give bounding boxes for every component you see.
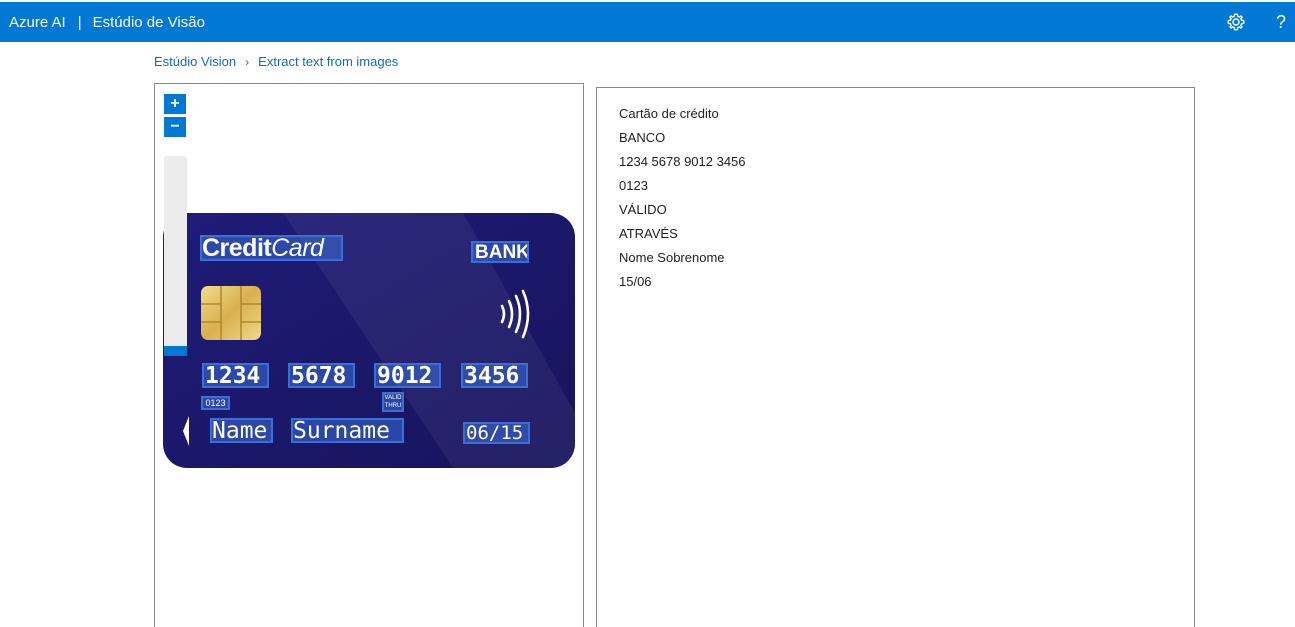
help-button[interactable]: ? [1276,11,1286,33]
brand-label[interactable]: Azure AI [9,14,66,31]
credit-card-image: CreditCard BANK 1234 5678 9012 3456 0123… [163,213,575,468]
ocr-box-number-3[interactable]: 9012 [374,363,441,388]
ocr-box-name[interactable]: Name [210,418,273,443]
ocr-box-number-1[interactable]: 1234 [202,363,269,388]
extracted-text-panel: Cartão de crédito BANCO 1234 5678 9012 3… [596,87,1195,627]
app-title: Azure AI | Estúdio de Visão [9,13,205,33]
title-separator: | [77,14,82,31]
chevron-right-icon: › [245,55,250,69]
ocr-box-valid-thru[interactable]: VALID THRU [382,392,404,412]
ocr-box-surname[interactable]: Surname [291,418,404,443]
image-viewer-panel: + − CreditCard BANK 1234 5678 9012 3456 … [154,83,584,627]
result-line: Nome Sobrenome [619,250,725,265]
result-line: 1234 5678 9012 3456 [619,154,746,169]
chip-icon [201,286,261,340]
valid-line-2: THRU [384,403,402,409]
zoom-slider-fill [164,346,187,356]
zoom-out-button[interactable]: − [164,117,186,137]
result-line: ATRAVÉS [619,226,678,241]
ocr-box-small-code[interactable]: 0123 [201,396,230,410]
card-credit-text: Credit [202,235,272,261]
zoom-slider[interactable] [164,156,187,356]
ocr-box-number-2[interactable]: 5678 [288,363,355,388]
ocr-box-date[interactable]: 06/15 [463,422,530,444]
valid-line-1: VALID [384,395,402,401]
result-line: 15/06 [619,274,652,289]
ocr-box-bank[interactable]: BANK [471,241,529,263]
breadcrumb-extract-text[interactable]: Extract text from images [258,54,398,69]
breadcrumb-vision-studio[interactable]: Estúdio Vision [154,54,236,69]
result-line: VÁLIDO [619,202,667,217]
ocr-box-creditcard[interactable]: CreditCard [200,235,343,261]
result-line: Cartão de crédito [619,106,719,121]
breadcrumb: Estúdio Vision › Extract text from images [154,53,398,71]
studio-label[interactable]: Estúdio de Visão [93,14,205,31]
zoom-in-button[interactable]: + [164,94,186,114]
result-line: BANCO [619,130,666,145]
gear-icon[interactable] [1226,12,1246,32]
top-bar: Azure AI | Estúdio de Visão ? [0,2,1295,42]
ocr-box-number-4[interactable]: 3456 [461,363,528,388]
result-line: 0123 [619,178,648,193]
card-card-text: Card [271,235,324,261]
